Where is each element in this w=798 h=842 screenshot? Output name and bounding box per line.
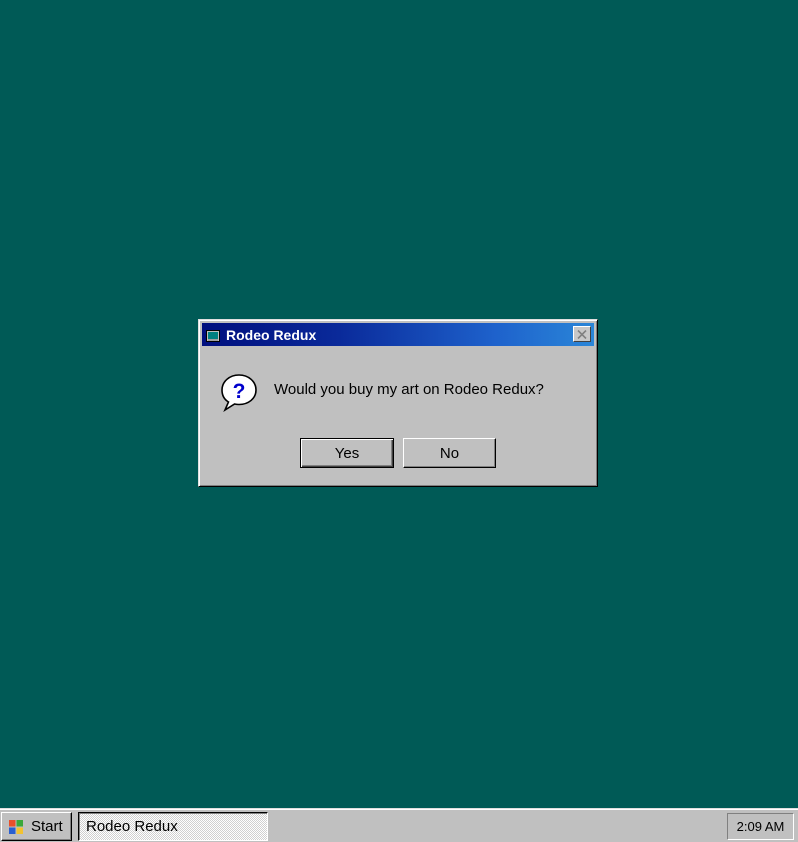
dialog-message: Would you buy my art on Rodeo Redux? <box>274 381 544 398</box>
dialog-titlebar[interactable]: Rodeo Redux <box>202 323 594 346</box>
clock[interactable]: 2:09 AM <box>737 819 785 834</box>
question-icon: ? <box>219 372 259 413</box>
windows-logo-icon <box>2 819 31 835</box>
close-icon <box>577 329 587 339</box>
app-window-icon <box>206 329 220 342</box>
taskbar: Start Rodeo Redux 2:09 AM <box>0 808 798 842</box>
no-button[interactable]: No <box>403 438 496 468</box>
yes-button[interactable]: Yes <box>300 438 394 468</box>
system-tray: 2:09 AM <box>727 813 794 840</box>
svg-text:?: ? <box>233 380 246 403</box>
message-dialog: Rodeo Redux ? Would you buy my art on Ro… <box>198 319 598 487</box>
taskbar-item-label: Rodeo Redux <box>86 818 178 835</box>
start-button[interactable]: Start <box>1 812 72 841</box>
dialog-title: Rodeo Redux <box>226 326 317 343</box>
close-button[interactable] <box>573 326 591 342</box>
start-label: Start <box>31 818 63 835</box>
taskbar-item-rodeo-redux[interactable]: Rodeo Redux <box>78 812 268 841</box>
